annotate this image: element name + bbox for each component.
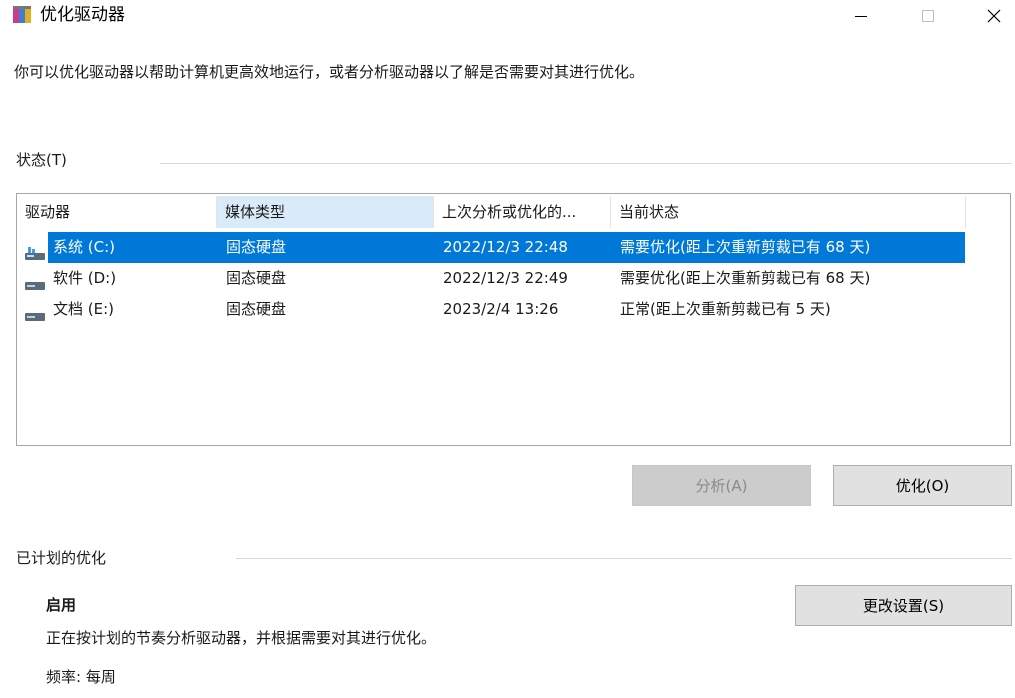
schedule-description: 正在按计划的节奏分析驱动器，并根据需要对其进行优化。 <box>46 629 437 647</box>
drive-icon <box>25 303 45 321</box>
window-title: 优化驱动器 <box>40 5 125 25</box>
drive-media-type: 固态硬盘 <box>226 238 287 256</box>
drive-status: 正常(距上次重新剪裁已有 5 天) <box>620 300 831 318</box>
change-settings-button[interactable]: 更改设置(S) <box>795 585 1012 626</box>
analyze-button[interactable]: 分析(A) <box>632 465 811 506</box>
drive-last-run: 2022/12/3 22:49 <box>443 269 568 287</box>
column-header-current-status[interactable]: 当前状态 <box>611 196 966 228</box>
drive-name: 文档 (E:) <box>53 300 115 318</box>
drive-status: 需要优化(距上次重新剪裁已有 68 天) <box>620 269 871 287</box>
drive-icon <box>25 272 45 290</box>
drive-media-type: 固态硬盘 <box>226 269 287 287</box>
column-header-drive[interactable]: 驱动器 <box>17 196 217 228</box>
drive-list[interactable]: 驱动器 媒体类型 上次分析或优化的... 当前状态 系统 (C:) 固态硬盘 2… <box>16 193 1011 446</box>
drive-row-c[interactable]: 系统 (C:) 固态硬盘 2022/12/3 22:48 需要优化(距上次重新剪… <box>17 232 977 263</box>
status-divider <box>160 163 1012 164</box>
scheduled-section-label: 已计划的优化 <box>16 549 107 567</box>
maximize-icon <box>922 10 934 22</box>
drive-name: 软件 (D:) <box>53 269 117 287</box>
schedule-status: 启用 <box>46 596 77 614</box>
drive-row-d[interactable]: 软件 (D:) 固态硬盘 2022/12/3 22:49 需要优化(距上次重新剪… <box>17 263 977 294</box>
drive-row-e[interactable]: 文档 (E:) 固态硬盘 2023/2/4 13:26 正常(距上次重新剪裁已有… <box>17 294 977 325</box>
column-header-media-type[interactable]: 媒体类型 <box>217 196 434 228</box>
column-header-last-run[interactable]: 上次分析或优化的... <box>434 196 611 228</box>
defrag-app-icon <box>12 5 32 25</box>
drive-last-run: 2022/12/3 22:48 <box>443 238 568 256</box>
minimize-icon <box>855 15 867 17</box>
optimize-button[interactable]: 优化(O) <box>833 465 1012 506</box>
scheduled-divider <box>236 558 1012 559</box>
status-section-label: 状态(T) <box>16 151 67 169</box>
minimize-button[interactable] <box>833 0 889 32</box>
close-icon <box>987 9 1001 23</box>
title-bar: 优化驱动器 <box>0 0 1015 34</box>
schedule-frequency: 频率: 每周 <box>46 668 116 686</box>
intro-text: 你可以优化驱动器以帮助计算机更高效地运行，或者分析驱动器以了解是否需要对其进行优… <box>14 63 645 81</box>
close-button[interactable] <box>966 0 1015 32</box>
maximize-button[interactable] <box>900 0 956 32</box>
drive-last-run: 2023/2/4 13:26 <box>443 300 559 318</box>
drive-name: 系统 (C:) <box>53 238 115 256</box>
drive-media-type: 固态硬盘 <box>226 300 287 318</box>
drive-status: 需要优化(距上次重新剪裁已有 68 天) <box>620 238 871 256</box>
system-drive-icon <box>25 241 45 260</box>
